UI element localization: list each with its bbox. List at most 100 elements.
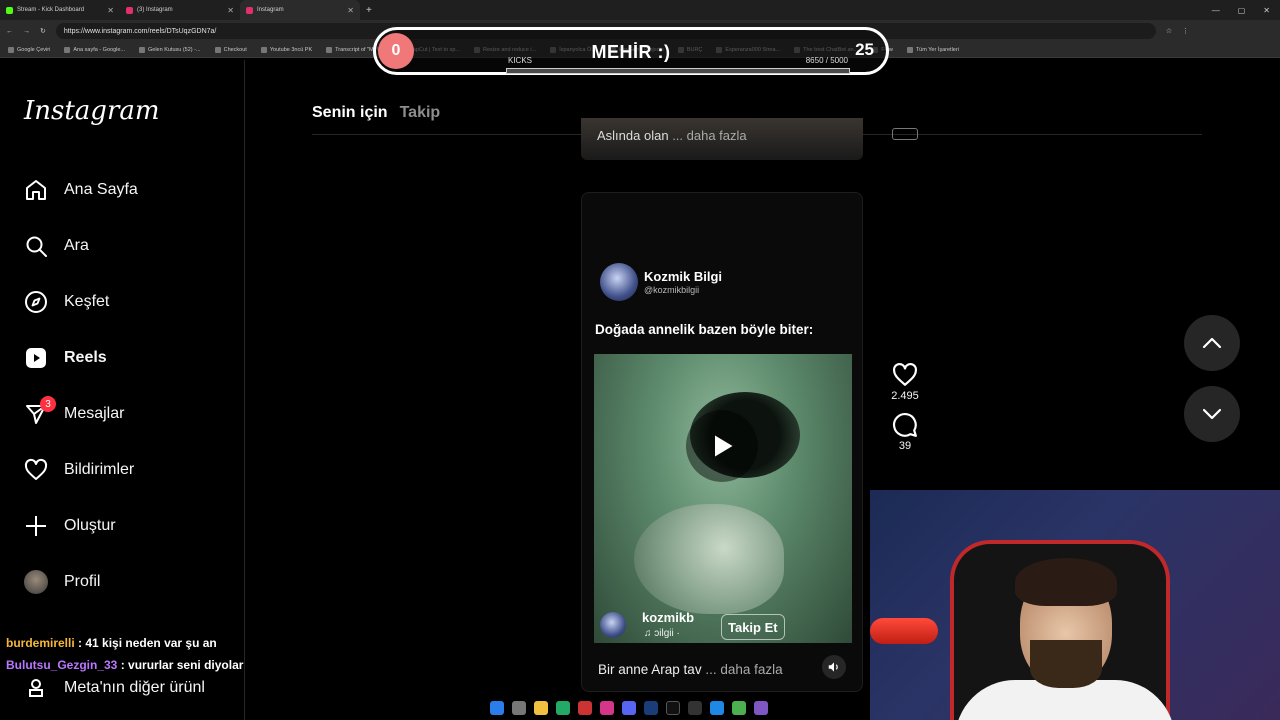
bookmark-label: Ana sayfa - Google... bbox=[73, 46, 125, 53]
chat-username: burdemirelli bbox=[6, 636, 75, 650]
close-icon[interactable]: ✕ bbox=[1263, 6, 1270, 15]
next-reel-button[interactable] bbox=[1184, 386, 1240, 442]
sidebar-item-label: Oluştur bbox=[64, 517, 116, 534]
sidebar-item-search[interactable]: Ara bbox=[24, 231, 89, 261]
bookmark-item[interactable]: Checkout bbox=[214, 46, 247, 53]
bookmark-item[interactable]: Gelen Kutusu (52) -... bbox=[139, 46, 201, 53]
app-icon[interactable] bbox=[710, 701, 724, 715]
chat-username: Bulutsu_Gezgin_33 bbox=[6, 658, 118, 672]
sidebar-item-label: Keşfet bbox=[64, 293, 110, 310]
author-name[interactable]: Kozmik Bilgi bbox=[644, 269, 722, 284]
overlay-avatar[interactable] bbox=[600, 612, 626, 638]
tab-for-you[interactable]: Senin için bbox=[312, 104, 388, 122]
kick-progress-fill bbox=[507, 69, 849, 73]
sidebar-item-messages[interactable]: 3 Mesajlar bbox=[24, 396, 125, 429]
browser-tab-instagram-2[interactable]: Instagram ✕ bbox=[240, 0, 360, 20]
sidebar-item-reels[interactable]: Reels bbox=[24, 343, 107, 373]
messenger-icon: 3 bbox=[24, 396, 56, 426]
tiktok-icon[interactable] bbox=[666, 701, 680, 715]
stream-chat-overlay: burdemirelli : 41 kişi neden var şu an B… bbox=[6, 632, 243, 676]
forward-icon[interactable]: → bbox=[23, 28, 30, 35]
kick-progress-labels: KICKS 8650 / 5000 bbox=[506, 56, 850, 68]
instagram-logo[interactable]: Instagram bbox=[24, 96, 160, 126]
overlay-username[interactable]: kozmikb bbox=[642, 610, 694, 625]
bookmark-item[interactable]: Ana sayfa - Google... bbox=[64, 46, 125, 53]
instagram-taskbar-icon[interactable] bbox=[600, 701, 614, 715]
sidebar-item-label: Ara bbox=[64, 237, 89, 254]
bookmark-label: Tüm Yer İşaretleri bbox=[915, 46, 959, 53]
plus-icon bbox=[24, 514, 48, 538]
previous-reel-caption: Aslında olan ... daha fazla bbox=[597, 128, 747, 143]
more-link[interactable]: ... daha fazla bbox=[705, 662, 782, 677]
comment-action[interactable]: 39 bbox=[887, 412, 923, 452]
sidebar-item-meta-products[interactable]: Meta'nın diğer ürünl bbox=[24, 676, 205, 700]
bookmark-favicon-icon bbox=[260, 46, 267, 53]
chevron-up-icon bbox=[1202, 337, 1222, 349]
kick-label: KICKS bbox=[508, 56, 533, 65]
overlay-audio[interactable]: ♫ ɔilgii · bbox=[644, 628, 680, 639]
previous-reel-card[interactable]: Aslında olan ... daha fazla bbox=[581, 118, 863, 160]
bookmark-label: Checkout bbox=[223, 46, 247, 53]
app-icon[interactable] bbox=[644, 701, 658, 715]
reel-video[interactable]: kozmikb ♫ ɔilgii · Takip Et bbox=[594, 354, 852, 643]
browser-tab-bar: Stream - Kick Dashboard ✕ (3) Instagram … bbox=[0, 0, 1280, 20]
sidebar-item-label: Mesajlar bbox=[64, 405, 125, 422]
tab-following[interactable]: Takip bbox=[400, 104, 441, 122]
bookmark-item[interactable]: Youtube 3ncü PK bbox=[260, 46, 312, 53]
previous-reel-button[interactable] bbox=[1184, 315, 1240, 371]
app-icon[interactable] bbox=[754, 701, 768, 715]
sidebar-item-label: Bildirimler bbox=[64, 461, 135, 478]
caption-text: Aslında olan bbox=[597, 128, 669, 143]
chat-message: : vururlar seni diyolar bbox=[120, 658, 244, 672]
bookmark-favicon-icon bbox=[139, 46, 145, 53]
back-icon[interactable]: ← bbox=[6, 28, 13, 35]
kick-counter-overlay: 0 MEHİR :) 25 KICKS 8650 / 5000 bbox=[373, 27, 889, 75]
app-icon[interactable] bbox=[556, 701, 570, 715]
new-tab-icon[interactable]: + bbox=[360, 5, 378, 16]
author-avatar[interactable] bbox=[600, 263, 638, 301]
search-icon bbox=[24, 234, 48, 258]
heart-icon bbox=[893, 362, 917, 386]
minimize-icon[interactable]: — bbox=[1212, 6, 1220, 15]
previous-reel-share-icon[interactable] bbox=[892, 128, 918, 140]
discord-icon[interactable] bbox=[622, 701, 636, 715]
chat-message: : 41 kişi neden var şu an bbox=[78, 636, 217, 650]
bookmark-item[interactable]: Tüm Yer İşaretleri bbox=[906, 46, 959, 53]
sidebar-item-create[interactable]: Oluştur bbox=[24, 511, 116, 541]
app-icon[interactable] bbox=[688, 701, 702, 715]
browser-tab-instagram-1[interactable]: (3) Instagram ✕ bbox=[120, 0, 240, 20]
tab-close-icon[interactable]: ✕ bbox=[227, 6, 234, 15]
follow-button[interactable]: Takip Et bbox=[721, 614, 785, 640]
bookmark-item[interactable]: Google Çeviri bbox=[8, 46, 50, 53]
app-icon[interactable] bbox=[578, 701, 592, 715]
play-button[interactable] bbox=[686, 410, 758, 482]
sidebar-item-explore[interactable]: Keşfet bbox=[24, 287, 109, 317]
chrome-icon[interactable] bbox=[732, 701, 746, 715]
microphone bbox=[870, 618, 938, 644]
chat-line: burdemirelli : 41 kişi neden var şu an bbox=[6, 632, 243, 654]
sidebar-item-profile[interactable]: Profil bbox=[24, 567, 100, 597]
like-count: 2.495 bbox=[891, 390, 919, 402]
sidebar-item-home[interactable]: Ana Sayfa bbox=[24, 175, 138, 205]
mute-button[interactable] bbox=[822, 655, 846, 679]
sidebar-item-label: Profil bbox=[64, 573, 101, 590]
folder-icon[interactable] bbox=[534, 701, 548, 715]
notification-badge: 3 bbox=[40, 396, 56, 412]
bookmark-star-icon[interactable]: ☆ bbox=[1166, 27, 1172, 35]
screen: Stream - Kick Dashboard ✕ (3) Instagram … bbox=[0, 0, 1280, 720]
like-action[interactable]: 2.495 bbox=[887, 362, 923, 402]
tab-close-icon[interactable]: ✕ bbox=[107, 6, 114, 15]
bookmark-favicon-icon bbox=[8, 46, 14, 53]
sidebar-item-notifications[interactable]: Bildirimler bbox=[24, 455, 134, 485]
maximize-icon[interactable]: ▢ bbox=[1238, 6, 1246, 15]
tab-close-icon[interactable]: ✕ bbox=[347, 6, 354, 15]
reel-card[interactable]: Kozmik Bilgi @kozmikbilgii Doğada anneli… bbox=[581, 192, 863, 692]
browser-tab-kick[interactable]: Stream - Kick Dashboard ✕ bbox=[0, 0, 120, 20]
instagram-favicon-icon bbox=[126, 6, 133, 14]
search-taskbar-icon[interactable] bbox=[512, 701, 526, 715]
extensions-icon[interactable]: ⋮ bbox=[1182, 27, 1189, 35]
start-icon[interactable] bbox=[490, 701, 504, 715]
reload-icon[interactable]: ↻ bbox=[40, 27, 46, 35]
meta-products-icon bbox=[24, 676, 48, 700]
more-link[interactable]: ... daha fazla bbox=[672, 128, 746, 143]
